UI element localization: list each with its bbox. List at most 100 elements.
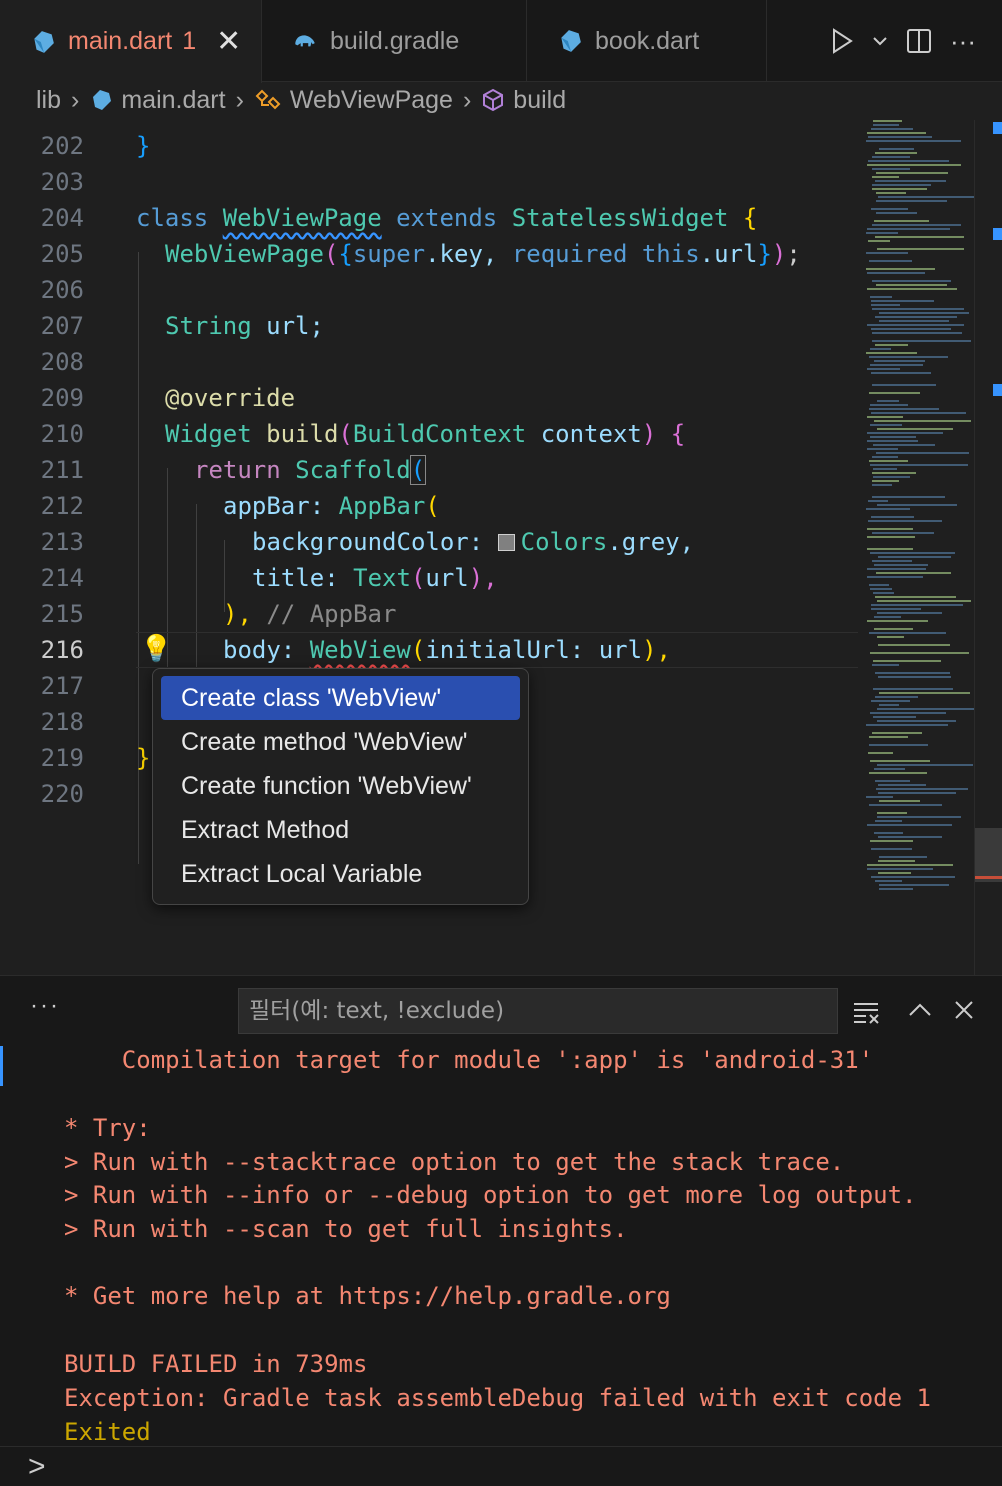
action-create-class[interactable]: Create class 'WebView' [161, 676, 520, 720]
color-swatch[interactable] [497, 534, 515, 551]
close-icon[interactable]: ✕ [216, 24, 241, 59]
action-extract-method[interactable]: Extract Method [161, 808, 520, 852]
minimap-line [872, 480, 899, 482]
minimap-line [873, 660, 941, 662]
minimap-line [879, 856, 927, 858]
minimap-line [872, 184, 931, 186]
minimap-line [867, 440, 918, 442]
minimap-line [866, 508, 910, 510]
minimap-line [872, 472, 916, 474]
minimap-line [867, 620, 928, 622]
minimap-line [875, 180, 946, 182]
minimap-line [875, 316, 957, 318]
chevron-up-icon[interactable] [908, 1002, 932, 1018]
minimap-line [878, 784, 926, 786]
minimap-line [867, 324, 964, 326]
play-icon[interactable] [830, 28, 854, 54]
minimap-line [875, 236, 964, 238]
code-line: 212 appBar: AppBar( [40, 492, 440, 520]
minimap-line [871, 372, 931, 374]
minimap-line [878, 556, 951, 558]
minimap-line [874, 220, 929, 222]
breadcrumb-method[interactable]: build [481, 86, 566, 115]
minimap-line [871, 300, 934, 302]
action-extract-local-variable[interactable]: Extract Local Variable [161, 852, 520, 896]
minimap-line [875, 880, 902, 882]
tab-label: main.dart [68, 27, 173, 55]
scrollbar-thumb[interactable] [975, 828, 1002, 882]
breadcrumb-class[interactable]: WebViewPage [254, 86, 453, 115]
tab-build-gradle[interactable]: build.gradle [262, 0, 527, 82]
minimap-line [872, 308, 964, 310]
split-editor-icon[interactable] [906, 28, 932, 54]
more-icon[interactable]: ··· [950, 26, 976, 57]
minimap-line [874, 768, 905, 770]
minimap[interactable] [862, 120, 975, 900]
minimap-line [872, 560, 912, 562]
minimap-line [872, 484, 892, 486]
breadcrumb-file[interactable]: main.dart [89, 86, 226, 115]
minimap-line [872, 224, 961, 226]
minimap-line [879, 888, 913, 890]
action-create-function[interactable]: Create function 'WebView' [161, 764, 520, 808]
minimap-line [873, 476, 910, 478]
tab-main-dart[interactable]: main.dart 1 ✕ [0, 0, 262, 83]
minimap-line [871, 876, 955, 878]
output-line: > Run with --info or --debug option to g… [64, 1181, 917, 1209]
lightbulb-icon[interactable]: 💡 [140, 634, 172, 664]
minimap-line [870, 424, 902, 426]
minimap-line [872, 532, 934, 534]
minimap-line [875, 780, 910, 782]
tab-book-dart[interactable]: book.dart [527, 0, 767, 82]
minimap-line [873, 124, 899, 126]
output-line: BUILD FAILED in 739ms [64, 1350, 368, 1378]
scroll-marker [993, 228, 1002, 240]
minimap-line [868, 240, 890, 242]
code-actions-menu: Create class 'WebView' Create method 'We… [152, 668, 529, 905]
output-line: Exited [64, 1418, 151, 1446]
minimap-line [875, 596, 956, 598]
chevron-right-icon[interactable]: > [28, 1450, 46, 1484]
minimap-line [874, 616, 901, 618]
minimap-line [877, 504, 957, 506]
panel-toolbar: ··· 필터(예: text, !exclude) [0, 976, 1002, 1046]
filter-input[interactable]: 필터(예: text, !exclude) [238, 988, 838, 1034]
minimap-line [866, 352, 917, 354]
minimap-line [866, 232, 898, 234]
minimap-line [878, 836, 942, 838]
minimap-line [871, 608, 921, 610]
scroll-indicator [0, 1046, 3, 1086]
minimap-line [871, 304, 900, 306]
minimap-line [867, 432, 943, 434]
chevron-down-icon[interactable] [872, 35, 888, 47]
minimap-line [868, 520, 942, 522]
breadcrumb-method-label: build [513, 85, 567, 114]
minimap-line [879, 800, 920, 802]
breadcrumb-folder[interactable]: lib [36, 86, 61, 115]
minimap-line [876, 192, 906, 194]
breadcrumb: lib › main.dart › WebViewPage › build [0, 82, 1002, 118]
more-icon[interactable]: ··· [30, 992, 60, 1020]
minimap-line [876, 788, 968, 790]
minimap-line [866, 140, 961, 142]
minimap-line [872, 332, 962, 334]
minimap-line [872, 168, 910, 170]
minimap-line [872, 156, 910, 158]
editor-scrollbar[interactable] [974, 120, 1002, 975]
close-icon[interactable] [954, 1000, 974, 1020]
minimap-line [867, 288, 957, 290]
minimap-line [870, 588, 892, 590]
minimap-line [876, 572, 951, 574]
minimap-line [870, 840, 913, 842]
action-create-method[interactable]: Create method 'WebView' [161, 720, 520, 764]
minimap-line [874, 832, 903, 834]
scroll-marker [993, 122, 1002, 134]
minimap-line [878, 860, 915, 862]
minimap-line [868, 136, 932, 138]
clear-output-icon[interactable] [852, 1000, 882, 1024]
output-line: > Run with --stacktrace option to get th… [64, 1148, 845, 1176]
minimap-line [866, 252, 908, 254]
minimap-line [867, 536, 915, 538]
minimap-line [875, 696, 918, 698]
minimap-line [867, 824, 952, 826]
